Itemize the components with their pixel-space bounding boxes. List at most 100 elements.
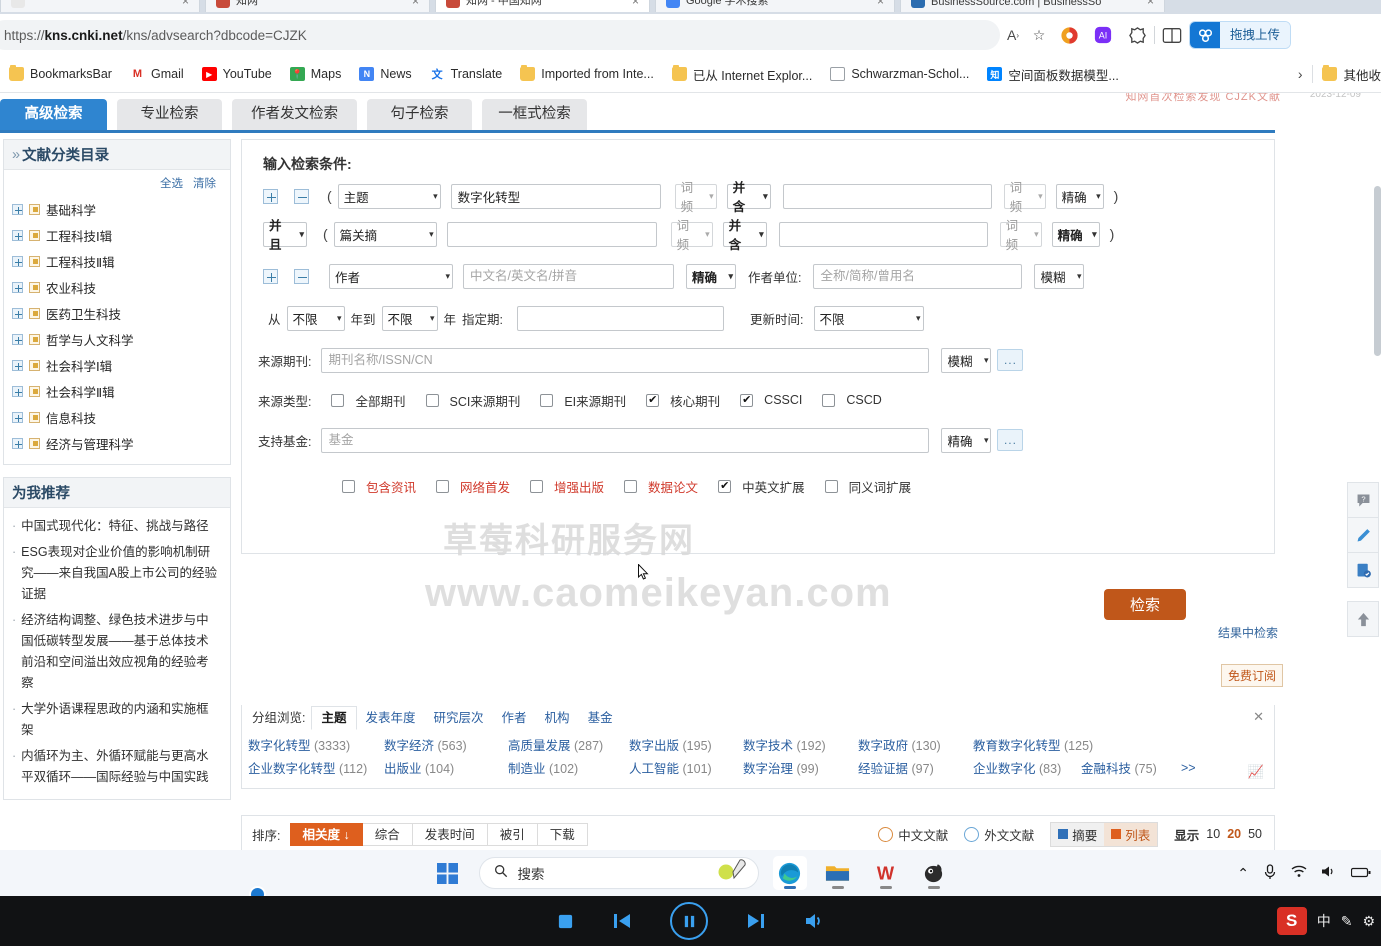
date-from-select[interactable]: 不限 ▾ [286, 305, 345, 331]
source-type-checkbox-core[interactable] [646, 393, 660, 407]
sort-date-button[interactable]: 发表时间 [412, 822, 488, 846]
list-item[interactable]: · 经济结构调整、绿色技术进步与中国低碳转型发展——基于总体技术前沿和空间溢出效应… [12, 610, 220, 694]
windows-start-icon[interactable] [431, 856, 465, 890]
view-abstract-button[interactable]: 摘要 [1051, 822, 1105, 846]
close-icon[interactable]: ✕ [1253, 709, 1264, 725]
add-row-button[interactable] [263, 268, 278, 284]
bookmark-item[interactable]: 已从 Internet Explor... [663, 61, 822, 87]
group-item[interactable]: 企业数字化转型 (112) [248, 758, 384, 777]
logic-select-2[interactable]: 并含 ▾ [722, 219, 767, 252]
field-select-1[interactable]: 主题 ▾ [337, 183, 441, 209]
star-icon[interactable]: ☆ [1026, 22, 1052, 48]
bookmark-item[interactable]: ▶ YouTube [193, 61, 281, 87]
search-input-2b[interactable] [778, 221, 988, 247]
group-item[interactable]: 数字出版 (195) [629, 735, 743, 754]
chevron-up-icon[interactable]: ⌃ [1237, 865, 1249, 882]
bookmark-item[interactable]: N News [350, 61, 420, 87]
sort-composite-button[interactable]: 综合 [362, 822, 413, 846]
author-field-select[interactable]: 作者 ▾ [329, 263, 453, 289]
checkbox-icon[interactable] [29, 385, 40, 397]
tab-author-search[interactable]: 作者发文检索 [232, 99, 357, 130]
browser-extension-icon[interactable] [1052, 20, 1086, 50]
checkbox-icon[interactable] [29, 437, 40, 449]
checkbox-icon[interactable] [29, 255, 40, 267]
ime-settings-icon[interactable]: ⚙ [1362, 913, 1375, 930]
bookmark-item[interactable]: 知空间面板数据模型... [978, 61, 1127, 87]
expand-icon[interactable] [12, 437, 23, 449]
display-10-button[interactable]: 10 [1206, 827, 1220, 841]
group-item[interactable]: 经验证据 (97) [858, 758, 973, 777]
battery-icon[interactable] [1350, 865, 1371, 881]
close-icon[interactable]: × [1147, 0, 1154, 8]
page-scrollbar[interactable] [1374, 186, 1381, 356]
logic-select-1[interactable]: 并含 ▾ [726, 181, 771, 214]
group-item[interactable]: 高质量发展 (287) [508, 735, 629, 754]
address-bar[interactable]: https://kns.cnki.net/kns/advsearch?dbcod… [0, 20, 1000, 50]
source-journal-input[interactable] [321, 347, 930, 373]
tab-sentence-search[interactable]: 句子检索 [367, 99, 472, 130]
specify-period-input[interactable] [517, 305, 725, 331]
expand-icon[interactable] [12, 385, 23, 397]
foreign-literature-toggle[interactable]: 外文文献 [964, 825, 1034, 844]
expand-icon[interactable] [12, 229, 23, 241]
expand-icon[interactable] [12, 255, 23, 267]
search-in-results-link[interactable]: 结果中检索 [1218, 624, 1278, 641]
remove-row-button[interactable] [294, 268, 309, 284]
display-50-button[interactable]: 50 [1248, 827, 1262, 841]
conjunction-select-2[interactable]: 并且 ▾ [263, 219, 307, 252]
source-type-checkbox-cssci[interactable] [740, 393, 754, 407]
browser-tab[interactable]: BusinessSource.com | BusinessSo × [900, 0, 1165, 12]
previous-icon[interactable] [612, 912, 632, 930]
expand-icon[interactable] [12, 333, 23, 345]
bookmark-item[interactable]: M Gmail [121, 61, 193, 87]
edge-icon[interactable] [772, 856, 807, 890]
category-item[interactable]: 哲学与人文科学 [12, 326, 230, 352]
group-more-link[interactable]: >> [1181, 761, 1196, 775]
frequency-select-1b[interactable]: 词频 ▾ [1003, 181, 1046, 214]
group-item[interactable]: 数字治理 (99) [743, 758, 858, 777]
checkbox-icon[interactable] [29, 203, 40, 215]
category-item[interactable]: 基础科学 [12, 196, 230, 222]
extra-checkbox-enhanced[interactable] [530, 479, 544, 493]
category-item[interactable]: 工程科技Ⅰ辑 [12, 222, 230, 248]
journal-more-button[interactable]: ... [997, 349, 1024, 371]
category-item[interactable]: 社会科学Ⅰ辑 [12, 352, 230, 378]
clear-link[interactable]: 清除 [193, 175, 216, 191]
date-to-select[interactable]: 不限 ▾ [381, 305, 438, 331]
close-icon[interactable]: × [877, 0, 884, 8]
pause-icon[interactable] [670, 902, 708, 940]
checkbox-icon[interactable] [29, 281, 40, 293]
subscribe-doc-icon[interactable] [1347, 552, 1379, 588]
free-subscribe-button[interactable]: 免费订阅 [1220, 664, 1283, 687]
ime-options-icon[interactable]: ✎ [1341, 913, 1353, 930]
chevron-right-icon[interactable]: › [1288, 66, 1313, 82]
expand-icon[interactable] [12, 281, 23, 293]
group-item[interactable]: 数字政府 (130) [858, 735, 973, 754]
group-tab-year[interactable]: 发表年度 [357, 707, 425, 729]
file-explorer-icon[interactable] [821, 856, 855, 890]
chart-icon[interactable]: 📈 [1248, 764, 1264, 780]
checkbox-icon[interactable] [29, 307, 40, 319]
journal-match-select[interactable]: 模糊 ▾ [941, 347, 992, 373]
match-select-1[interactable]: 精确 ▾ [1055, 183, 1104, 209]
sort-cited-button[interactable]: 被引 [487, 822, 538, 846]
update-time-select[interactable]: 不限 ▾ [813, 305, 924, 331]
list-item[interactable]: · ESG表现对企业价值的影响机制研究——来自我国A股上市公司的经验证据 [12, 542, 220, 605]
frequency-select-2[interactable]: 词频 ▾ [670, 219, 713, 252]
wps-icon[interactable]: W [869, 856, 903, 890]
remove-row-button[interactable] [294, 188, 309, 204]
frequency-select-2b[interactable]: 词频 ▾ [999, 219, 1042, 252]
group-item[interactable]: 企业数字化 (83) [973, 758, 1081, 777]
app-icon[interactable] [917, 856, 951, 890]
author-match-select[interactable]: 精确 ▾ [686, 263, 736, 289]
sort-download-button[interactable]: 下载 [537, 822, 588, 846]
add-row-button[interactable] [263, 188, 278, 204]
expand-icon[interactable] [12, 359, 23, 371]
group-tab-institution[interactable]: 机构 [536, 707, 579, 729]
browser-tab-active[interactable]: 知网 - 中国知网 × [435, 0, 650, 12]
source-type-checkbox-all[interactable] [331, 393, 345, 407]
collect-upload-button[interactable]: 拖拽上传 [1189, 21, 1292, 49]
split-screen-icon[interactable] [1155, 20, 1189, 50]
bookmark-item[interactable]: Imported from Inte... [511, 61, 663, 87]
bookmark-item[interactable]: 📍 Maps [281, 61, 351, 87]
